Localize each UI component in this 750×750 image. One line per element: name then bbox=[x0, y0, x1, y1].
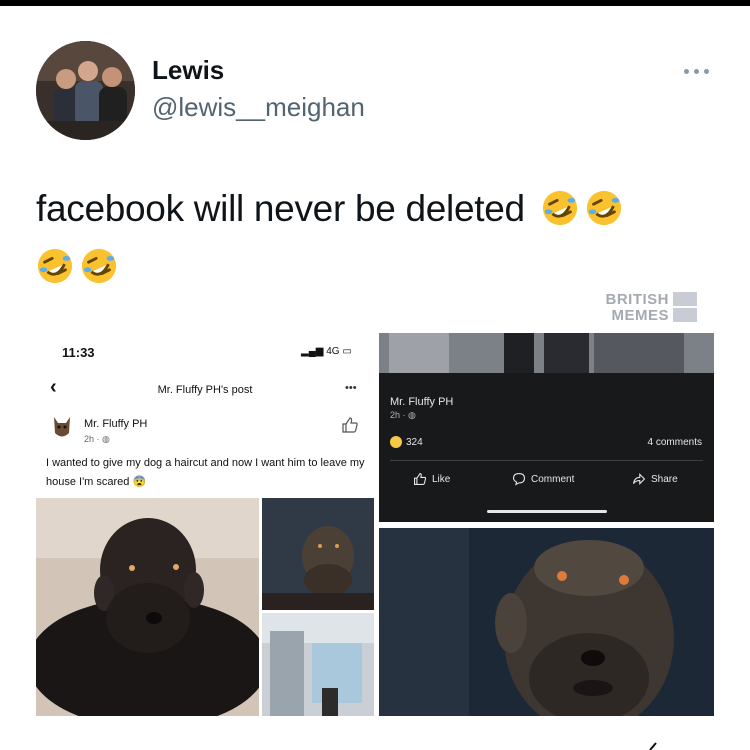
post-time-text: 2h · bbox=[84, 434, 100, 444]
share-label: Share bbox=[651, 473, 678, 485]
haha-reaction-icon[interactable] bbox=[390, 436, 402, 448]
globe-icon: ◍ bbox=[102, 434, 110, 444]
post-time-text: 2h · bbox=[390, 410, 406, 420]
union-flag-icon bbox=[673, 292, 697, 306]
watermark-line1: BRITISH bbox=[605, 291, 669, 308]
tweet-text-content: facebook will never be deleted bbox=[36, 188, 525, 229]
thumbs-up-icon bbox=[414, 473, 427, 485]
union-flag-icon bbox=[673, 308, 697, 322]
dog-photo-large[interactable] bbox=[36, 498, 259, 716]
network-label: 4G bbox=[326, 346, 340, 357]
post-time: 2h · ◍ bbox=[84, 434, 110, 445]
like-button[interactable]: Like bbox=[413, 471, 450, 487]
avatar[interactable] bbox=[36, 41, 135, 140]
display-name[interactable]: Lewis bbox=[152, 55, 224, 86]
like-label: Like bbox=[432, 473, 451, 485]
page-name[interactable]: Mr. Fluffy PH bbox=[84, 418, 147, 430]
doorway-photo[interactable] bbox=[262, 613, 374, 716]
more-options-icon[interactable] bbox=[684, 66, 712, 76]
post-text: I wanted to give my dog a haircut and no… bbox=[46, 454, 366, 492]
page-avatar[interactable] bbox=[51, 413, 73, 441]
share-button[interactable]: Share bbox=[632, 471, 678, 487]
comment-icon bbox=[513, 473, 525, 486]
thumbs-up-icon[interactable] bbox=[341, 416, 359, 434]
post-header-title: Mr. Fluffy PH's post bbox=[157, 384, 253, 396]
comment-label: Comment bbox=[531, 473, 575, 485]
home-indicator bbox=[487, 510, 607, 513]
british-memes-watermark: BRITISH MEMES bbox=[566, 290, 701, 324]
post-text-content: I wanted to give my dog a haircut and no… bbox=[46, 457, 365, 488]
house-photo-strip bbox=[379, 333, 714, 373]
reaction-count[interactable]: 324 bbox=[406, 437, 423, 448]
tweet-text: facebook will never be deleted bbox=[36, 180, 696, 296]
divider bbox=[390, 460, 703, 461]
rolling-on-floor-laughing-emoji bbox=[81, 248, 117, 284]
status-time: 11:33 bbox=[62, 345, 95, 360]
page-name[interactable]: Mr. Fluffy PH bbox=[390, 396, 453, 408]
facebook-post-screenshot[interactable]: 11:33 ▂▄▆ 4G ▭ ‹ Mr. Fluffy PH's post ••… bbox=[36, 330, 374, 716]
dog-photo-small[interactable] bbox=[262, 498, 374, 610]
globe-icon: ◍ bbox=[408, 410, 416, 420]
rolling-on-floor-laughing-emoji bbox=[542, 190, 577, 226]
user-handle[interactable]: @lewis__meighan bbox=[152, 92, 365, 123]
dog-closeup-photo[interactable] bbox=[379, 528, 714, 716]
watermark-line2: MEMES bbox=[611, 307, 669, 324]
post-time: 2h · ◍ bbox=[390, 410, 416, 421]
share-icon bbox=[633, 473, 646, 485]
fearful-face-emoji: 😨 bbox=[132, 476, 147, 488]
comment-button[interactable]: Comment bbox=[512, 471, 574, 487]
corner-mark bbox=[649, 742, 657, 750]
rolling-on-floor-laughing-emoji bbox=[37, 248, 73, 284]
comment-count[interactable]: 4 comments bbox=[648, 437, 702, 448]
facebook-dark-screenshot[interactable]: Mr. Fluffy PH 2h · ◍ 324 4 comments Like… bbox=[379, 333, 714, 522]
more-options-icon[interactable]: ••• bbox=[345, 382, 357, 394]
top-edge-bar bbox=[0, 0, 750, 6]
signal-icon: ▂▄▆ 4G ▭ bbox=[301, 346, 352, 357]
rolling-on-floor-laughing-emoji bbox=[586, 190, 621, 226]
